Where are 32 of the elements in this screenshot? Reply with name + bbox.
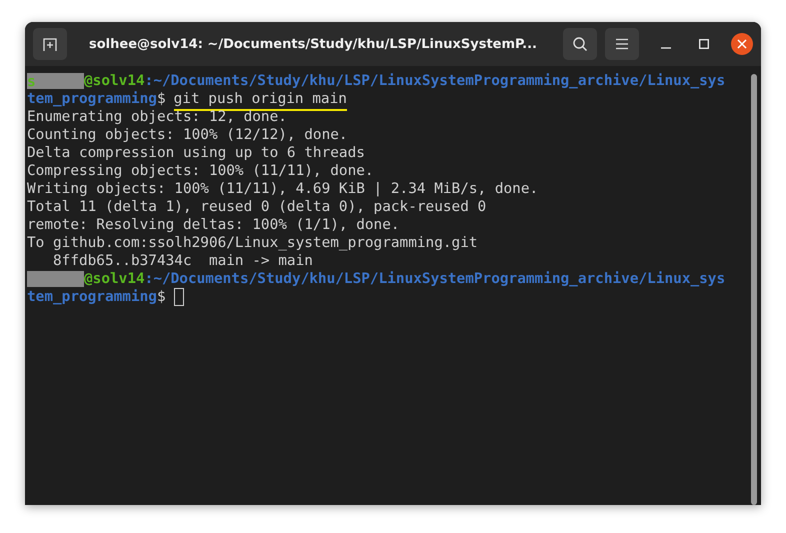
minimize-icon	[661, 47, 671, 49]
menu-icon	[615, 38, 629, 50]
maximize-icon	[699, 39, 709, 49]
output-line: 8ffdb65..b37434c main -> main	[52, 252, 313, 270]
output-line: Delta compression using up to 6 threads	[27, 144, 365, 162]
scrollbar[interactable]	[751, 74, 757, 505]
new-tab-icon	[42, 36, 58, 52]
search-icon	[572, 36, 588, 52]
prompt-user: s	[27, 74, 36, 90]
prompt-host: @solv14	[84, 72, 145, 90]
output-line: Enumerating objects: 12, done.	[27, 108, 287, 126]
output-line: Total 11 (delta 1), reused 0 (delta 0), pack-reused 0	[27, 198, 486, 216]
output-line: Writing objects: 100% (11/11), 4.69 KiB | 2.34 MiB/s, done.	[27, 180, 538, 198]
close-button[interactable]	[731, 33, 753, 55]
search-button[interactable]	[563, 28, 597, 60]
close-icon	[737, 39, 747, 49]
prompt-path: tem_programming	[27, 90, 157, 108]
output-line: Compressing objects: 100% (11/11), done.	[27, 162, 374, 180]
redacted-block	[27, 271, 84, 287]
output-line: To github.com:ssolh2906/Linux_system_programming.git	[27, 234, 478, 252]
menu-button[interactable]	[605, 28, 639, 60]
prompt-symbol: $	[156, 288, 166, 306]
command-text: git push origin main	[174, 90, 347, 111]
prompt-path: :~/Documents/Study/khu/LSP/LinuxSystemProgramming_archive/Linux_sys	[144, 72, 726, 90]
prompt-symbol: $	[156, 90, 166, 108]
output-line: Counting objects: 100% (12/12), done.	[27, 126, 348, 144]
output-line: remote: Resolving deltas: 100% (1/1), done.	[27, 216, 400, 234]
prompt-host: @solv14	[84, 270, 145, 288]
window-title: solhee@solv14: ~/Documents/Study/khu/LSP/LinuxSystemP...	[89, 36, 538, 52]
prompt-path: :~/Documents/Study/khu/LSP/LinuxSystemProgramming_archive/Linux_sys	[144, 270, 726, 288]
new-tab-button[interactable]	[33, 28, 67, 60]
prompt-path: tem_programming	[27, 288, 157, 306]
